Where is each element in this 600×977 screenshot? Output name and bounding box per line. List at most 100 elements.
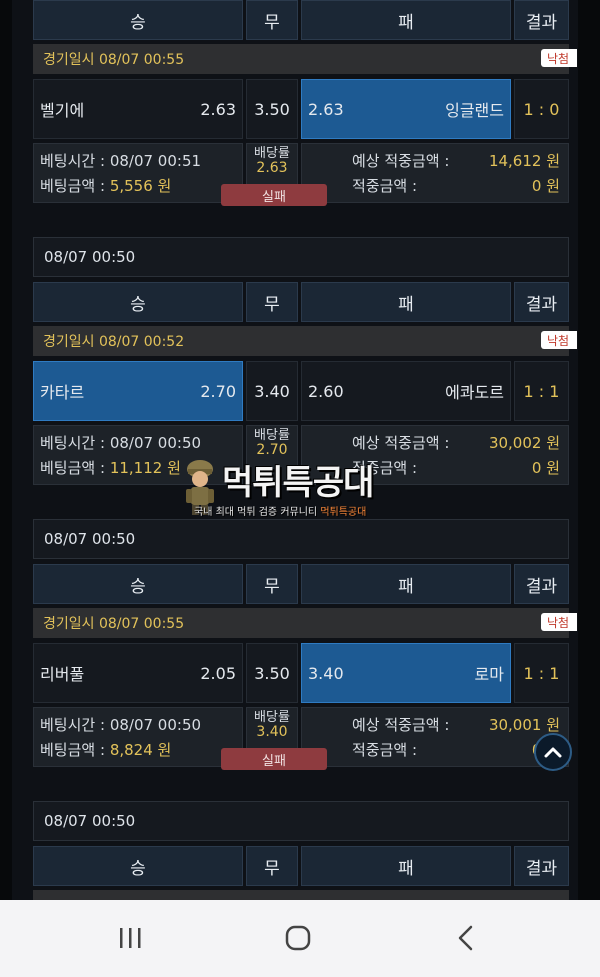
bet-time-value: 08/07 00:51 [109,152,202,170]
away-option[interactable]: 2.63 잉글랜드 [301,79,511,139]
away-option[interactable]: 2.60 에콰도르 [301,361,511,421]
header-lose: 패 [301,846,511,886]
home-odds: 2.05 [200,663,236,683]
expected-label: 예상 적중금액 : [352,152,450,170]
header-win: 승 [33,282,243,322]
home-option[interactable]: 카타르 2.70 [33,361,243,421]
header-draw: 무 [246,846,298,886]
recent-apps-icon [120,928,141,948]
header-draw: 무 [246,564,298,604]
win-value: 0 원 [531,459,560,477]
draw-option[interactable]: 3.50 [246,79,298,139]
expected-value: 30,002 원 [488,434,560,452]
home-option[interactable]: 리버풀 2.05 [33,643,243,703]
status-badge: 낙첨 [541,613,577,631]
date-header: 08/07 00:50 [33,801,569,841]
draw-option[interactable]: 3.40 [246,361,298,421]
bet-time-value: 08/07 00:50 [109,434,202,452]
match-score: 1 : 1 [514,361,569,421]
header-win: 승 [33,846,243,886]
home-team: 리버풀 [40,665,85,684]
bet-time-value: 08/07 00:50 [109,716,202,734]
away-team: 에콰도르 [445,383,504,402]
away-option[interactable]: 3.40 로마 [301,643,511,703]
header-win: 승 [33,0,243,40]
watermark-subtitle-a: 국내 최대 먹튀 검증 커뮤니티 [194,507,318,518]
expected-label: 예상 적중금액 : [352,716,450,734]
odds-label: 배당률 [254,428,290,443]
draw-odds: 3.50 [254,663,290,683]
header-result: 결과 [514,564,569,604]
bet-amount-value: 5,556 원 [109,177,172,195]
draw-odds: 3.50 [254,99,290,119]
home-option[interactable]: 벨기에 2.63 [33,79,243,139]
game-date-bar: 경기일시 08/07 00:55 낙첨 [33,44,577,74]
header-lose: 패 [301,282,511,322]
expected-label: 예상 적중금액 : [352,434,450,452]
right-edge [578,0,600,900]
expected-value: 14,612 원 [488,152,560,170]
scroll-to-top-button[interactable] [534,733,572,771]
bet-time-line: 베팅시간 : 08/07 00:50 [40,713,236,738]
bet-info-left: 베팅시간 : 08/07 00:50 베팅금액 : 11,112 원 [33,425,243,485]
odds-value: 2.70 [256,442,288,458]
bet-history-view[interactable]: 승 무 패 결과 경기일시 08/07 00:55 낙첨 벨기에 2.63 3.… [0,0,600,900]
odds-box: 배당률 2.70 [246,425,298,485]
game-date-bar [33,890,569,900]
date-header: 08/07 00:50 [33,519,569,559]
header-lose: 패 [301,564,511,604]
watermark-subtitle: 국내 최대 먹튀 검증 커뮤니티 먹튀특공대 [194,503,366,518]
date-header: 08/07 00:50 [33,237,569,277]
bet-amount-line: 베팅금액 : 8,824 원 [40,738,236,763]
odds-value: 2.63 [256,160,288,176]
game-date-bar: 경기일시 08/07 00:55 낙첨 [33,608,577,638]
away-team: 로마 [474,665,504,684]
bet-amount-line: 베팅금액 : 5,556 원 [40,174,236,199]
system-nav-bar [0,900,600,977]
match-score: 1 : 0 [514,79,569,139]
draw-odds: 3.40 [254,381,290,401]
match-row: 카타르 2.70 3.40 2.60 에콰도르 1 : 1 [33,361,569,421]
back-icon [458,925,473,951]
home-team: 카타르 [40,383,85,402]
recent-apps-button[interactable] [100,916,160,960]
header-draw: 무 [246,0,298,40]
bet-info-row: 베팅시간 : 08/07 00:50 베팅금액 : 11,112 원 배당률 2… [33,425,569,485]
win-label: 적중금액 : [352,177,418,195]
home-button[interactable] [268,916,328,960]
home-odds: 2.70 [200,381,236,401]
odds-label: 배당률 [254,710,290,725]
header-draw: 무 [246,282,298,322]
win-value: 0 원 [531,177,560,195]
draw-option[interactable]: 3.50 [246,643,298,703]
header-win: 승 [33,564,243,604]
fail-tag: 실패 [221,184,327,206]
game-date-bar: 경기일시 08/07 00:52 낙첨 [33,326,577,356]
fail-tag: 실패 [221,748,327,770]
bet-time-label: 베팅시간 : [40,152,106,170]
game-date: 경기일시 08/07 00:55 [43,616,185,632]
bet-info-left: 베팅시간 : 08/07 00:50 베팅금액 : 8,824 원 [33,707,243,767]
away-odds: 3.40 [308,663,344,683]
bet-amount-label: 베팅금액 : [40,459,106,477]
chevron-up-icon [544,747,562,758]
bet-amount-label: 베팅금액 : [40,741,106,759]
bet-info-right: 예상 적중금액 : 30,002 원 적중금액 : 0 원 [301,425,569,485]
win-label: 적중금액 : [352,741,418,759]
bet-info-right: 예상 적중금액 :30,001 원 적중금액 :0 원 [301,707,569,767]
win-label: 적중금액 : [352,459,418,477]
game-date: 경기일시 08/07 00:52 [43,334,185,350]
status-badge: 낙첨 [541,49,577,67]
match-row: 리버풀 2.05 3.50 3.40 로마 1 : 1 [33,643,569,703]
home-icon [285,925,311,951]
bet-card-4: 08/07 00:50 승 무 패 결과 [33,801,569,900]
bet-time-line: 베팅시간 : 08/07 00:51 [40,149,236,174]
back-button[interactable] [436,916,496,960]
home-team: 벨기에 [40,101,85,120]
bet-time-line: 베팅시간 : 08/07 00:50 [40,431,236,456]
bet-info-left: 베팅시간 : 08/07 00:51 베팅금액 : 5,556 원 [33,143,243,203]
watermark-subtitle-b: 먹튀특공대 [320,507,367,518]
bet-time-label: 베팅시간 : [40,434,106,452]
odds-label: 배당률 [254,146,290,161]
away-odds: 2.60 [308,381,344,401]
